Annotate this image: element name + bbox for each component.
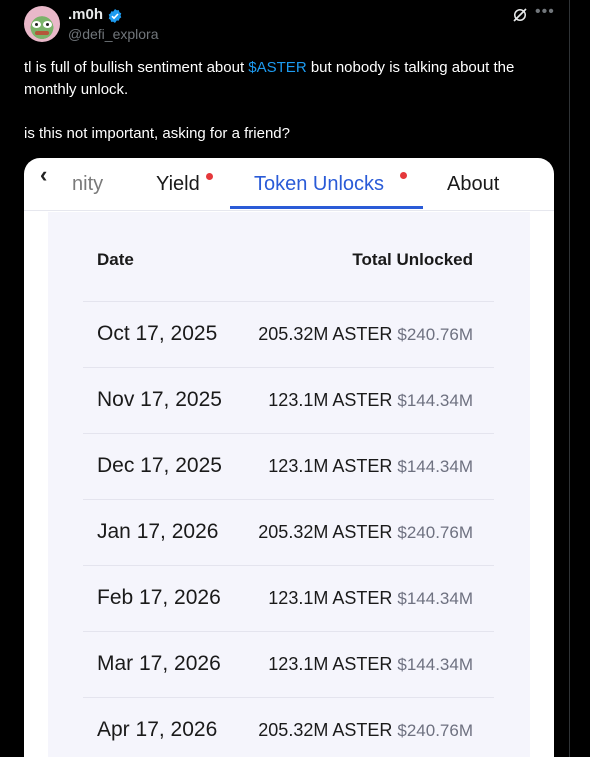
row-divider bbox=[83, 367, 494, 368]
avatar-mouth bbox=[35, 31, 49, 35]
active-tab-indicator bbox=[230, 206, 423, 209]
column-header-date: Date bbox=[97, 250, 134, 269]
row-divider bbox=[83, 565, 494, 566]
avatar[interactable] bbox=[24, 6, 60, 42]
timeline-divider bbox=[569, 0, 570, 757]
amount-value: 123.1M ASTER bbox=[268, 390, 393, 410]
tab-yield[interactable]: Yield bbox=[156, 173, 200, 196]
tab-partial[interactable]: nity bbox=[72, 173, 103, 196]
avatar-eye bbox=[32, 21, 41, 28]
display-name[interactable]: .m0h bbox=[68, 6, 103, 23]
row-date: Dec 17, 2025 bbox=[97, 454, 222, 477]
amount-value: 205.32M ASTER bbox=[258, 522, 393, 542]
row-date: Oct 17, 2025 bbox=[97, 322, 218, 345]
tab-about[interactable]: About bbox=[447, 173, 499, 196]
tweet-text-part: tl is full of bullish sentiment about bbox=[24, 59, 249, 76]
more-icon[interactable]: ••• bbox=[535, 3, 555, 21]
tab-token-unlocks[interactable]: Token Unlocks bbox=[254, 173, 384, 196]
amount-value: 205.32M ASTER bbox=[258, 324, 393, 344]
tweet-paragraph: is this not important, asking for a frie… bbox=[24, 125, 290, 142]
cashtag-link[interactable]: $ASTER bbox=[248, 59, 306, 76]
amount-usd: $240.76M bbox=[397, 325, 473, 344]
amount-value: 123.1M ASTER bbox=[268, 588, 393, 608]
tweet-paragraph: tl is full of bullish sentiment about $A… bbox=[24, 57, 554, 101]
row-amount: 205.32M ASTER $240.76M bbox=[258, 324, 473, 345]
notification-dot bbox=[400, 172, 407, 179]
amount-value: 123.1M ASTER bbox=[268, 456, 393, 476]
user-handle[interactable]: @defi_explora bbox=[68, 26, 159, 42]
row-divider bbox=[83, 499, 494, 500]
amount-usd: $144.34M bbox=[397, 391, 473, 410]
row-amount: 123.1M ASTER $144.34M bbox=[268, 588, 473, 609]
row-divider bbox=[83, 631, 494, 632]
unlock-table: Date Total Unlocked Oct 17, 2025 205.32M… bbox=[48, 212, 530, 757]
row-divider bbox=[83, 301, 494, 302]
amount-usd: $144.34M bbox=[397, 457, 473, 476]
amount-value: 123.1M ASTER bbox=[268, 654, 393, 674]
tweet-text: tl is full of bullish sentiment about $A… bbox=[24, 57, 554, 145]
column-header-total: Total Unlocked bbox=[352, 250, 473, 269]
notification-dot bbox=[206, 173, 213, 180]
row-amount: 205.32M ASTER $240.76M bbox=[258, 522, 473, 543]
row-amount: 123.1M ASTER $144.34M bbox=[268, 654, 473, 675]
row-divider bbox=[83, 433, 494, 434]
amount-value: 205.32M ASTER bbox=[258, 720, 393, 740]
avatar-eye bbox=[43, 21, 52, 28]
back-chevron-icon[interactable]: ‹ bbox=[40, 162, 47, 188]
row-date: Nov 17, 2025 bbox=[97, 388, 222, 411]
amount-usd: $240.76M bbox=[397, 721, 473, 740]
row-amount: 205.32M ASTER $240.76M bbox=[258, 720, 473, 741]
amount-usd: $144.34M bbox=[397, 655, 473, 674]
tab-bar: ‹ nity Yield Token Unlocks About bbox=[24, 158, 554, 211]
row-date: Jan 17, 2026 bbox=[97, 520, 219, 543]
row-divider bbox=[83, 697, 494, 698]
row-amount: 123.1M ASTER $144.34M bbox=[268, 390, 473, 411]
row-date: Feb 17, 2026 bbox=[97, 586, 221, 609]
grok-icon[interactable] bbox=[511, 6, 529, 24]
row-date: Mar 17, 2026 bbox=[97, 652, 221, 675]
attached-image[interactable]: ‹ nity Yield Token Unlocks About Date To… bbox=[24, 158, 554, 757]
amount-usd: $144.34M bbox=[397, 589, 473, 608]
verified-badge-icon bbox=[108, 9, 122, 23]
amount-usd: $240.76M bbox=[397, 523, 473, 542]
row-amount: 123.1M ASTER $144.34M bbox=[268, 456, 473, 477]
row-date: Apr 17, 2026 bbox=[97, 718, 218, 741]
